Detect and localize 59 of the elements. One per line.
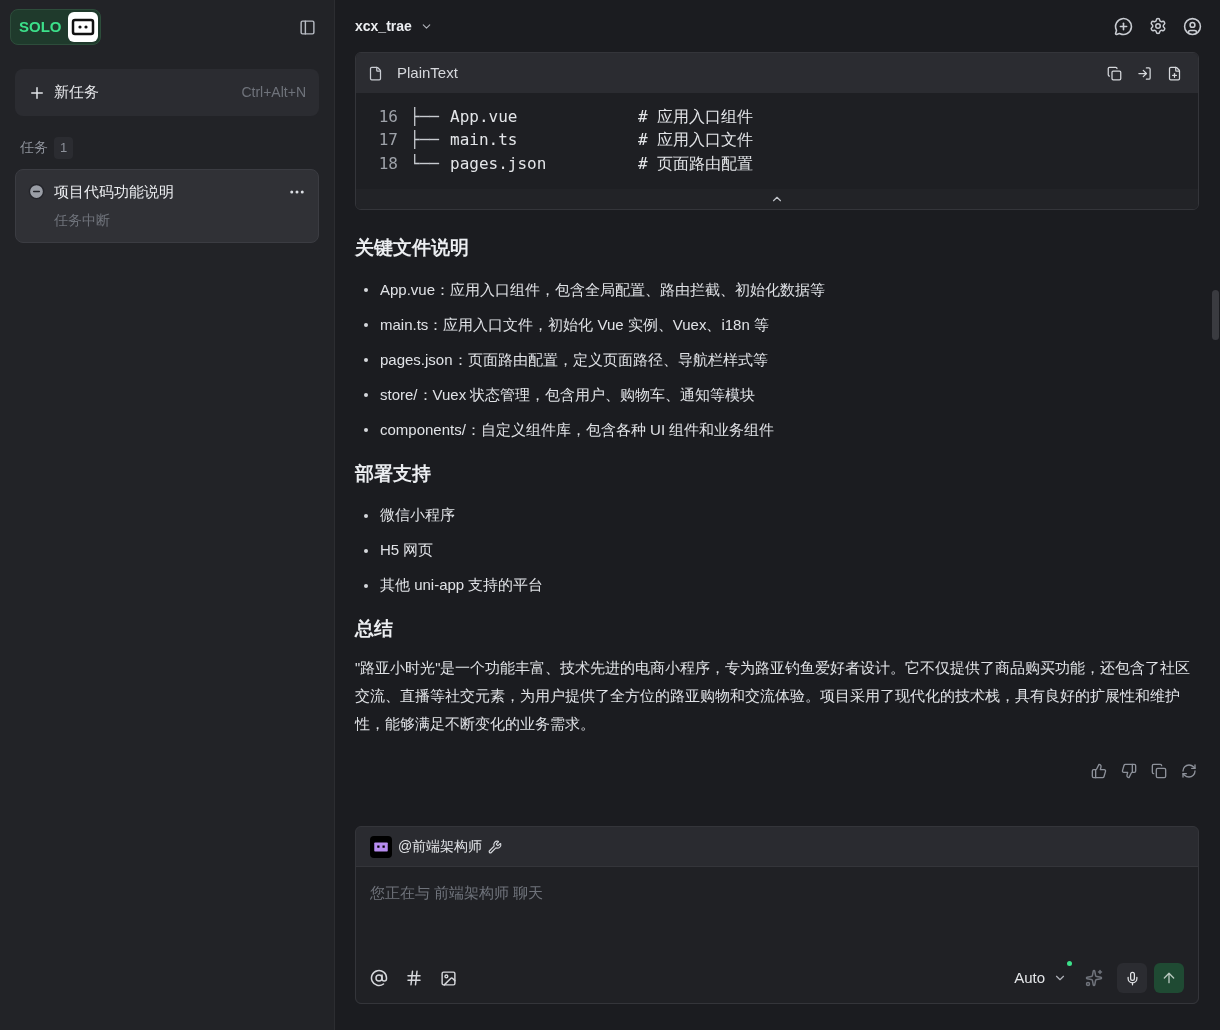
chat-input[interactable]: 您正在与 前端架构师 聊天 — [370, 882, 1184, 905]
code-text: App.vue — [450, 105, 519, 128]
code-comment: # 页面路由配置 — [638, 152, 754, 175]
tree-branch: ├── — [410, 105, 440, 128]
line-number: 17 — [377, 129, 398, 152]
list-item: store/：Vuex 状态管理，包含用户、购物车、通知等模块 — [380, 384, 756, 405]
insert-icon[interactable] — [1137, 65, 1152, 81]
interrupted-icon — [28, 183, 45, 201]
microphone-icon — [1124, 970, 1140, 986]
section-heading: 总结 — [355, 617, 394, 641]
copy-icon[interactable] — [1151, 762, 1167, 779]
thumbs-down-icon[interactable] — [1121, 762, 1137, 779]
sparkle-icon[interactable] — [1085, 969, 1103, 987]
list-item: main.ts：应用入口文件，初始化 Vue 实例、Vuex、i18n 等 — [380, 314, 769, 335]
mention-icon[interactable] — [370, 969, 388, 987]
hash-icon[interactable] — [405, 969, 423, 987]
list-item: 其他 uni-app 支持的平台 — [380, 575, 544, 596]
send-button[interactable] — [1154, 963, 1184, 993]
code-comment: # 应用入口组件 — [638, 105, 754, 128]
mic-button[interactable] — [1117, 963, 1147, 993]
list-item: pages.json：页面路由配置，定义页面路径、导航栏样式等 — [380, 349, 768, 370]
thumbs-up-icon[interactable] — [1091, 762, 1107, 779]
tools-icon[interactable] — [488, 839, 503, 854]
sidebar-toggle-icon[interactable] — [299, 18, 316, 36]
section-heading: 部署支持 — [355, 461, 432, 486]
task-count-badge: 1 — [54, 137, 74, 159]
model-selector[interactable]: Auto — [1014, 966, 1067, 990]
summary-paragraph: "路亚小时光"是一个功能丰富、技术先进的电商小程序，专为路亚钓鱼爱好者设计。它不仅提供了商品购买功能，还包含了社区交流、直播等社交元素，为用户提供了全方位的路亚购物和交流体验。项目采用了现代化的技术栈，具有良好的扩展性和维护性，能够满足不断变化的业务需求。 — [355, 658, 1192, 734]
tree-branch: └── — [410, 152, 440, 175]
list-item: 微信小程序 — [380, 505, 455, 526]
section-label: 任务 — [20, 138, 48, 158]
task-title: 项目代码功能说明 — [54, 181, 175, 202]
new-chat-icon[interactable] — [1114, 16, 1133, 36]
logo-text: SOLO — [19, 16, 62, 37]
copy-icon[interactable] — [1107, 65, 1122, 81]
agent-mention: @前端架构师 — [398, 837, 483, 856]
list-item: App.vue：应用入口组件，包含全局配置、路由拦截、初始化数据等 — [380, 279, 826, 300]
new-file-icon[interactable] — [1167, 65, 1182, 81]
scrollbar-thumb[interactable] — [1212, 290, 1219, 340]
solo-logo[interactable]: SOLO — [10, 9, 101, 45]
image-icon[interactable] — [440, 969, 457, 987]
list-item: components/：自定义组件库，包含各种 UI 组件和业务组件 — [380, 419, 775, 440]
task-status: 任务中断 — [53, 211, 111, 230]
code-comment: # 应用入口文件 — [638, 129, 754, 152]
regenerate-icon[interactable] — [1181, 762, 1197, 779]
line-number: 18 — [377, 152, 398, 175]
settings-icon[interactable] — [1149, 17, 1167, 35]
new-task-button[interactable]: 新任务 Ctrl+Alt+N — [15, 69, 319, 116]
file-icon — [368, 65, 383, 81]
list-item: H5 网页 — [380, 540, 434, 561]
code-text: main.ts — [450, 129, 519, 152]
tree-branch: ├── — [410, 129, 440, 152]
section-heading: 关键文件说明 — [355, 236, 470, 260]
code-text: pages.json — [450, 152, 548, 175]
code-language: PlainText — [397, 62, 459, 83]
task-item[interactable]: 项目代码功能说明 任务中断 — [15, 168, 319, 243]
project-name[interactable]: xcx_trae — [355, 15, 412, 37]
line-number: 16 — [377, 105, 398, 128]
account-icon[interactable] — [1183, 16, 1202, 36]
